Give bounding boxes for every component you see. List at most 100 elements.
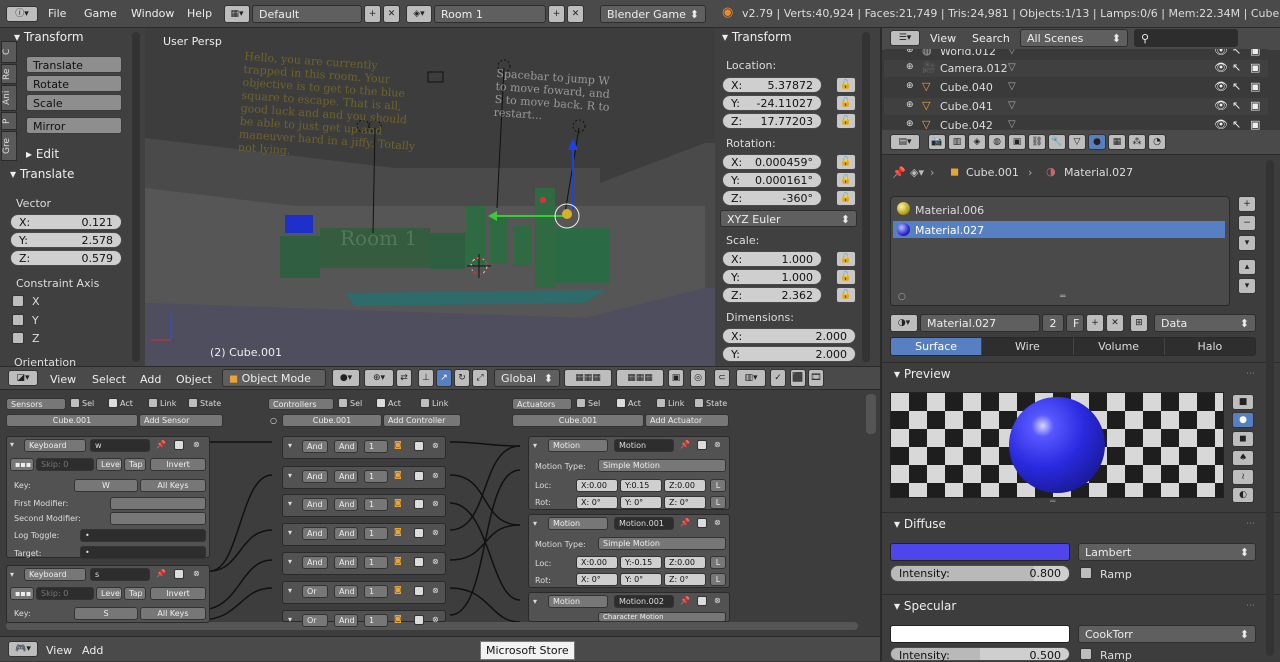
- constraint-y-checkbox[interactable]: [12, 314, 24, 326]
- specular-intensity-slider[interactable]: Intensity: 0.500: [890, 647, 1070, 662]
- controller-active-checkbox[interactable]: [414, 499, 424, 509]
- controller-active-checkbox[interactable]: [414, 586, 424, 596]
- controllers-act-checkbox[interactable]: [376, 398, 386, 408]
- vector-z-field[interactable]: Z: 0.579: [10, 250, 122, 266]
- all-keys-button[interactable]: All Keys: [140, 607, 206, 620]
- translate-manipulator-icon[interactable]: ↗: [436, 369, 452, 387]
- rot-y-field[interactable]: Y: 0°: [620, 496, 662, 509]
- actuators-filter-select[interactable]: Actuators: [512, 398, 572, 410]
- tool-shelf-scrollbar[interactable]: [132, 32, 140, 362]
- loc-x-field[interactable]: X:0.00: [576, 556, 618, 569]
- collapse-icon[interactable]: ▾: [10, 570, 14, 579]
- selectability-cursor-icon[interactable]: ↖: [1232, 80, 1241, 93]
- diffuse-ramp-checkbox[interactable]: [1080, 567, 1092, 579]
- menu-file[interactable]: File: [48, 7, 66, 20]
- add-slot-icon[interactable]: +: [1238, 196, 1256, 212]
- texture-tab-icon[interactable]: ▦: [1108, 134, 1126, 150]
- scene-field[interactable]: Room 1: [434, 5, 546, 23]
- controllers-filter-select[interactable]: Controllers: [268, 398, 334, 410]
- rot-z-field[interactable]: Z: 0°: [664, 496, 706, 509]
- actuator-active-checkbox[interactable]: [697, 596, 707, 606]
- loc-local-button[interactable]: L: [710, 556, 726, 569]
- preview-hair-icon[interactable]: ≀: [1232, 469, 1254, 485]
- controller-active-checkbox[interactable]: [414, 441, 424, 451]
- particles-tab-icon[interactable]: ⁂: [1128, 134, 1146, 150]
- key-s-field[interactable]: S: [74, 607, 138, 620]
- loc-z-field[interactable]: Z:0.00: [664, 556, 706, 569]
- preview-sky-icon[interactable]: ◐: [1232, 487, 1254, 503]
- panel-drag-handle[interactable]: ⋯: [1246, 519, 1255, 529]
- editor-type-properties-icon[interactable]: ▤▾: [890, 134, 920, 150]
- loc-y-field[interactable]: Y:-0.15: [620, 556, 662, 569]
- actuator-type-select[interactable]: Motion: [548, 517, 608, 530]
- modifiers-tab-icon[interactable]: 🔧: [1048, 134, 1066, 150]
- n-transform-header[interactable]: ▾ Transform: [722, 30, 792, 44]
- move-slot-up-icon[interactable]: ▴: [1238, 259, 1256, 275]
- renderability-camera-icon[interactable]: ▣: [1250, 80, 1260, 93]
- viewport-shading-icon[interactable]: ●▾: [332, 369, 360, 387]
- remove-controller-icon[interactable]: ⊗: [432, 499, 439, 508]
- sensors-object-name[interactable]: Cube.001: [6, 414, 138, 427]
- lock-rotation-x-icon[interactable]: 🔓: [836, 154, 856, 170]
- snap-target-icon[interactable]: ✓: [770, 369, 786, 387]
- pin-icon[interactable]: 📌: [680, 440, 690, 449]
- object-tab-icon[interactable]: ▣: [1008, 134, 1026, 150]
- view-menu[interactable]: View: [50, 373, 76, 386]
- remove-controller-icon[interactable]: ⊗: [432, 528, 439, 537]
- selectability-cursor-icon[interactable]: ↖: [1232, 61, 1241, 74]
- remove-controller-icon[interactable]: ⊗: [432, 586, 439, 595]
- controller-name-field[interactable]: And: [334, 614, 358, 627]
- sensors-act-checkbox[interactable]: [108, 398, 118, 408]
- collapse-icon[interactable]: ▾: [288, 586, 292, 595]
- loc-x-field[interactable]: X:0.00: [576, 479, 618, 492]
- motion-type-select[interactable]: Simple Motion: [598, 537, 726, 550]
- first-modifier-field[interactable]: [110, 497, 206, 510]
- diffuse-color-swatch[interactable]: [890, 543, 1070, 561]
- actuator-type-select[interactable]: Motion: [548, 439, 608, 452]
- specular-color-swatch[interactable]: [890, 625, 1070, 643]
- tab-relations[interactable]: Re: [1, 64, 17, 84]
- diffuse-shader-select[interactable]: Lambert ⬍: [1078, 543, 1256, 561]
- specular-panel-header[interactable]: ▾ Specular: [894, 599, 956, 613]
- preference-icon[interactable]: ◙: [394, 527, 402, 536]
- interaction-mode-select[interactable]: ◼ Object Mode⬍: [222, 369, 326, 387]
- preview-panel-header[interactable]: ▾ Preview: [894, 367, 951, 381]
- controller-name-field[interactable]: And: [334, 440, 358, 453]
- actuator-type-select[interactable]: Motion: [548, 595, 608, 608]
- render-engine-select[interactable]: Blender Game ⬍: [600, 5, 706, 23]
- controllers-link-checkbox[interactable]: [420, 398, 430, 408]
- controller-type-select[interactable]: And: [302, 527, 328, 540]
- actuators-object-name[interactable]: Cube.001: [512, 414, 644, 427]
- pin-context-icon[interactable]: 📌: [892, 166, 906, 179]
- menu-help[interactable]: Help: [187, 7, 212, 20]
- render-animation-icon[interactable]: 🎞: [808, 369, 824, 387]
- transform-panel-header[interactable]: ▾ Transform: [14, 30, 84, 44]
- menu-game[interactable]: Game: [84, 7, 117, 20]
- controller-active-checkbox[interactable]: [414, 471, 424, 481]
- renderability-camera-icon[interactable]: ▣: [1250, 99, 1260, 112]
- visibility-eye-icon[interactable]: 👁: [1214, 61, 1228, 74]
- slot-specials-icon[interactable]: ▾: [1238, 235, 1256, 251]
- location-z-field[interactable]: Z: 17.77203: [722, 113, 822, 129]
- screen-layout-icon[interactable]: ▦▾: [224, 5, 250, 23]
- scale-button[interactable]: Scale: [26, 94, 122, 111]
- delete-layout-icon[interactable]: ✕: [383, 5, 400, 23]
- unlink-material-icon[interactable]: ✕: [1106, 314, 1124, 332]
- level-button[interactable]: Level: [96, 587, 122, 600]
- edit-panel-header[interactable]: ▸ Edit: [26, 147, 59, 161]
- diffuse-panel-header[interactable]: ▾ Diffuse: [894, 517, 946, 531]
- tap-button[interactable]: Tap: [124, 458, 146, 471]
- collapse-icon[interactable]: ▾: [533, 441, 537, 450]
- rotation-x-field[interactable]: X: 0.000459°: [722, 154, 822, 170]
- node-material-icon[interactable]: ⊞: [1130, 314, 1148, 332]
- remove-controller-icon[interactable]: ⊗: [432, 471, 439, 480]
- snap-element-icon[interactable]: ▥▾: [736, 369, 766, 387]
- sensor-type-select[interactable]: Keyboard: [24, 439, 86, 452]
- rot-x-field[interactable]: X: 0°: [576, 573, 618, 586]
- sensors-sel-checkbox[interactable]: [70, 398, 80, 408]
- logic-view-menu[interactable]: View: [46, 644, 72, 657]
- actuator-name-field[interactable]: Motion.001: [614, 517, 674, 530]
- delete-scene-icon[interactable]: ✕: [567, 5, 584, 23]
- physics-tab-icon[interactable]: ◔: [1148, 134, 1166, 150]
- collapse-icon[interactable]: ▾: [288, 441, 292, 450]
